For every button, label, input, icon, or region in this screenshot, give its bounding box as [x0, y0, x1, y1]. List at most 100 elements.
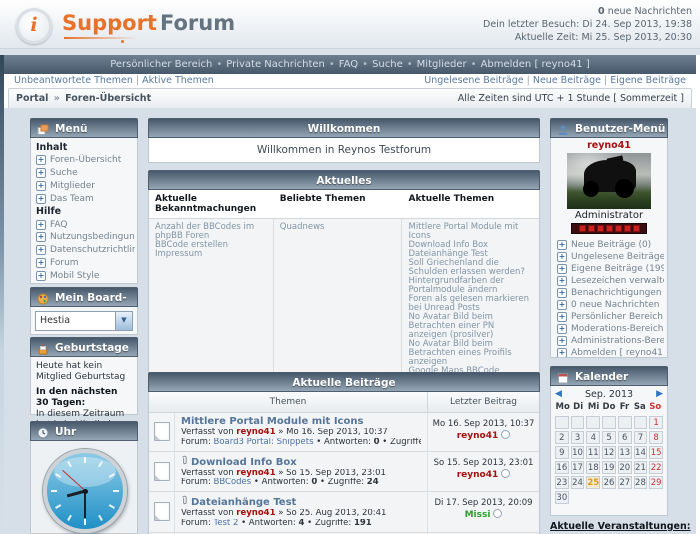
nav-item[interactable]: Abmelden [ reyno41 ]	[481, 59, 590, 70]
calendar-day[interactable]: 25	[586, 476, 600, 489]
sidebar-link[interactable]: +Das Team	[33, 192, 135, 205]
sidebar-link[interactable]: +Datenschutzrichtlinie	[33, 244, 135, 257]
calendar-day[interactable]: 8	[649, 431, 663, 444]
calendar-day[interactable]: 5	[602, 431, 616, 444]
sidebar-link[interactable]: +Eigene Beiträge (199)	[554, 263, 664, 275]
calendar-day[interactable]: 29	[649, 476, 663, 489]
sidebar-link[interactable]: +Abmelden [ reyno41 ]	[554, 347, 664, 358]
breadcrumb-portal[interactable]: Portal	[16, 93, 48, 104]
logo-word-forum: Forum	[160, 11, 235, 35]
sidebar-link[interactable]: +0 neue Nachrichten	[554, 299, 664, 311]
calendar-day[interactable]: 20	[618, 461, 632, 474]
calendar-day[interactable]: 1	[649, 416, 663, 429]
calendar-day	[586, 416, 600, 429]
calendar-day[interactable]: 4	[586, 431, 600, 444]
quick-link[interactable]: Aktive Themen	[142, 75, 214, 86]
forum-link[interactable]: Test 2	[214, 519, 239, 528]
goto-latest-icon[interactable]	[493, 509, 502, 518]
calendar-day[interactable]: 27	[618, 476, 632, 489]
topic-title-link[interactable]: Mittlere Portal Module mit Icons	[181, 416, 363, 427]
quick-link[interactable]: Eigene Beiträge	[610, 75, 686, 86]
news-topic-link[interactable]: Mittlere Portal Module mit Icons	[408, 223, 533, 241]
sidebar-link[interactable]: +Suche	[33, 167, 135, 180]
board-style-select[interactable]: Hestia ▼	[35, 311, 133, 331]
sidebar-link[interactable]: +Mitglieder	[33, 180, 135, 193]
quick-link[interactable]: Ungelesene Beiträge	[424, 75, 523, 86]
quick-link[interactable]: Neue Beiträge	[533, 75, 601, 86]
calendar-day[interactable]: 15	[649, 446, 663, 459]
author-link[interactable]: reyno41	[236, 509, 275, 518]
forum-link[interactable]: BBCodes	[214, 478, 252, 487]
sidebar-link[interactable]: +Ungelesene Beiträge (0)	[554, 251, 664, 263]
nav-item[interactable]: Suche	[372, 59, 403, 70]
calendar-day[interactable]: 17	[571, 461, 585, 474]
last-author-link[interactable]: Missi	[465, 510, 491, 520]
calendar-day[interactable]: 6	[618, 431, 632, 444]
news-topic-link[interactable]: Foren als gelesen markieren bei Unread P…	[408, 295, 533, 313]
sidebar-link[interactable]: +Benachrichtigungen verwalten	[554, 287, 664, 299]
sidebar-link[interactable]: +Administrations-Bereich	[554, 335, 664, 347]
sidebar-link[interactable]: +Lesezeichen verwalten	[554, 275, 664, 287]
topic-title-link[interactable]: Dateianhänge Test	[191, 497, 296, 508]
news-topic-link[interactable]: Hintergrundfarben der Portalmodule änder…	[408, 277, 533, 295]
calendar-day[interactable]: 3	[571, 431, 585, 444]
calendar-day[interactable]: 30	[555, 491, 569, 504]
nav-item[interactable]: Persönlicher Bereich	[110, 59, 212, 70]
sidebar-link[interactable]: +Neue Beiträge (0)	[554, 239, 664, 251]
nav-item[interactable]: Mitglieder	[417, 59, 467, 70]
author-link[interactable]: reyno41	[236, 469, 275, 478]
calendar-day[interactable]: 26	[602, 476, 616, 489]
topic-icon	[154, 502, 170, 521]
calendar-day[interactable]: 14	[634, 446, 648, 459]
calendar-day[interactable]: 16	[555, 461, 569, 474]
sidebar-link-label: Lesezeichen verwalten	[571, 276, 664, 286]
forum-link[interactable]: Board3 Portal: Snippets	[214, 438, 314, 447]
calendar-day[interactable]: 19	[602, 461, 616, 474]
news-topic-link[interactable]: No Avatar Bild beim Betrachten eines Pro…	[408, 340, 533, 367]
last-author-link[interactable]: reyno41	[457, 470, 499, 480]
calendar-day[interactable]: 12	[602, 446, 616, 459]
nav-item[interactable]: Private Nachrichten	[226, 59, 325, 70]
calendar-day[interactable]: 21	[634, 461, 648, 474]
news-topic-link[interactable]: Quadnews	[280, 223, 396, 232]
sidebar-link[interactable]: +Persönlicher Bereich	[554, 311, 664, 323]
news-topic-link[interactable]: Soll Griechenland die Schulden erlassen …	[408, 259, 533, 277]
calendar-day[interactable]: 9	[555, 446, 569, 459]
sidebar-link[interactable]: +FAQ	[33, 218, 135, 231]
calendar-day[interactable]: 24	[571, 476, 585, 489]
news-topic-link[interactable]: No Avatar Bild beim Betrachten einer PN …	[408, 313, 533, 340]
sidebar-link[interactable]: +Moderations-Bereich	[554, 323, 664, 335]
menu-icon	[37, 123, 49, 135]
calendar-prev-icon[interactable]: ◀	[555, 389, 562, 399]
replies-count: 0	[374, 438, 380, 447]
goto-latest-icon[interactable]	[501, 430, 510, 439]
calendar-day[interactable]: 18	[586, 461, 600, 474]
calendar-day[interactable]: 11	[586, 446, 600, 459]
calendar-day[interactable]: 28	[634, 476, 648, 489]
calendar-day[interactable]: 2	[555, 431, 569, 444]
calendar-next-icon[interactable]: ▶	[656, 389, 663, 399]
quick-link[interactable]: Unbeantwortete Themen	[14, 75, 133, 86]
quicklinks-bar: Unbeantwortete Themen | Aktive Themen Un…	[4, 74, 696, 88]
calendar-day[interactable]: 10	[571, 446, 585, 459]
sidebar-link[interactable]: +Mobil Style	[33, 269, 135, 282]
author-link[interactable]: reyno41	[236, 428, 275, 437]
calendar-day[interactable]: 22	[649, 461, 663, 474]
topic-title-link[interactable]: Download Info Box	[191, 457, 297, 468]
topic-icon	[154, 462, 170, 481]
logo-word-support: Support	[62, 11, 157, 35]
breadcrumb-current[interactable]: Foren-Übersicht	[65, 93, 151, 104]
sidebar-link[interactable]: +Forum	[33, 257, 135, 270]
nav-item[interactable]: FAQ	[339, 59, 358, 70]
news-topic-link[interactable]: Anzahl der BBCodes im phpBB Foren	[155, 223, 267, 241]
sidebar-link[interactable]: +Nutzungsbedingungen	[33, 231, 135, 244]
calendar-block: Kalender ◀ Sep. 2013 ▶ MoDiMiDoFrSaSo 12…	[550, 366, 668, 516]
sidebar-link[interactable]: +Foren-Übersicht	[33, 154, 135, 167]
calendar-day[interactable]: 7	[634, 431, 648, 444]
calendar-day[interactable]: 13	[618, 446, 632, 459]
topic-main-cell: Mittlere Portal Module mit IconsVerfasst…	[175, 413, 427, 451]
goto-latest-icon[interactable]	[501, 469, 510, 478]
calendar-day[interactable]: 23	[555, 476, 569, 489]
news-topic-link[interactable]: Impressum	[155, 250, 267, 259]
last-author-link[interactable]: reyno41	[457, 431, 499, 441]
